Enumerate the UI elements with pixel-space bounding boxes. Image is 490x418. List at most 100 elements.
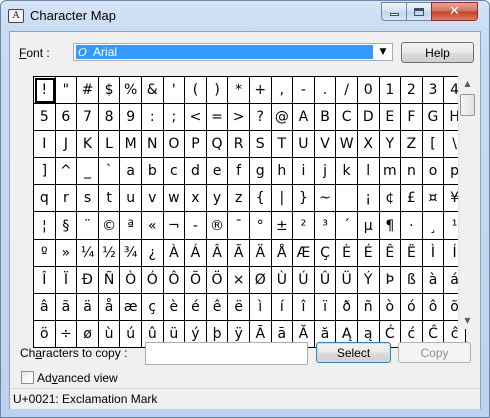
char-cell[interactable]: Ó — [141, 266, 164, 294]
char-cell[interactable]: , — [271, 77, 294, 105]
char-cell[interactable]: ï — [314, 293, 337, 321]
advanced-view-label[interactable]: Advanced view — [37, 371, 118, 385]
char-cell[interactable]: a — [120, 158, 142, 186]
char-cell[interactable]: ö — [34, 320, 56, 348]
char-cell[interactable]: + — [249, 77, 272, 105]
char-cell[interactable]: Î — [34, 266, 56, 294]
char-cell[interactable]: W — [336, 131, 358, 159]
char-cell[interactable]: ð — [336, 293, 358, 321]
char-cell[interactable]: ~ — [314, 185, 337, 213]
character-grid[interactable]: ! " # $% & '() * +, -./0 1 2 3 4 5 6 7 8 9:; < = >? @ A B C D E F G H… — [33, 76, 466, 348]
char-cell[interactable]: - — [185, 212, 207, 240]
char-cell[interactable]: · — [401, 212, 423, 240]
char-cell[interactable]: B — [314, 104, 337, 132]
advanced-view-checkbox[interactable] — [21, 371, 34, 384]
char-cell[interactable]: I — [34, 131, 56, 159]
char-cell[interactable]: ¼ — [77, 239, 99, 267]
char-cell[interactable]: Ý — [357, 266, 380, 294]
char-cell[interactable]: z — [228, 185, 250, 213]
char-cell[interactable]: L — [98, 131, 121, 159]
char-cell[interactable]: Þ — [379, 266, 402, 294]
characters-to-copy-input[interactable] — [145, 342, 308, 365]
char-cell[interactable]: [ — [422, 131, 445, 159]
maximize-button[interactable] — [406, 2, 432, 21]
dropdown-arrow-icon[interactable]: ▼ — [375, 45, 391, 59]
char-cell[interactable]: ¾ — [120, 239, 142, 267]
char-cell[interactable]: y — [206, 185, 229, 213]
char-cell[interactable]: å — [98, 293, 121, 321]
grid-scrollbar[interactable]: ▲ ▼ — [458, 76, 475, 329]
char-cell[interactable]: 0 — [357, 77, 380, 105]
char-cell[interactable]: ? — [249, 104, 272, 132]
char-cell[interactable]: Q — [206, 131, 229, 159]
char-cell[interactable]: P — [185, 131, 207, 159]
char-cell[interactable]: e — [206, 158, 229, 186]
title-bar[interactable]: A Character Map ✕ — [1, 1, 489, 31]
char-cell[interactable]: T — [271, 131, 294, 159]
char-cell[interactable]: ß — [401, 266, 423, 294]
char-cell[interactable]: ñ — [357, 293, 380, 321]
char-cell[interactable]: i — [293, 158, 315, 186]
char-cell[interactable]: 8 — [98, 104, 121, 132]
char-cell[interactable]: b — [141, 158, 164, 186]
char-cell[interactable]: ¤ — [422, 185, 445, 213]
char-cell[interactable]: ç — [141, 293, 164, 321]
char-cell[interactable]: # — [77, 77, 99, 105]
char-cell[interactable]: x — [185, 185, 207, 213]
char-cell[interactable]: K — [77, 131, 99, 159]
char-cell[interactable]: ( — [185, 77, 207, 105]
char-cell[interactable]: â — [34, 293, 56, 321]
char-cell[interactable]: µ — [357, 212, 380, 240]
char-cell[interactable]: È — [336, 239, 358, 267]
char-cell[interactable]: ó — [401, 293, 423, 321]
char-cell[interactable]: o — [422, 158, 445, 186]
char-cell[interactable]: c — [163, 158, 186, 186]
char-cell[interactable]: £ — [401, 185, 423, 213]
char-cell[interactable]: Z — [401, 131, 423, 159]
char-cell[interactable]: U — [293, 131, 315, 159]
char-cell[interactable]: © — [98, 212, 121, 240]
char-cell[interactable]: Ä — [249, 239, 272, 267]
char-cell[interactable]: Ë — [401, 239, 423, 267]
char-cell[interactable]: Õ — [185, 266, 207, 294]
char-cell[interactable]: & — [141, 77, 164, 105]
char-cell[interactable]: ø — [77, 320, 99, 348]
char-cell[interactable]: X — [357, 131, 380, 159]
char-cell[interactable]: q — [34, 185, 56, 213]
char-cell[interactable]: ` — [98, 158, 121, 186]
char-cell[interactable]: Y — [379, 131, 402, 159]
char-cell[interactable]: ! — [34, 77, 56, 105]
char-cell[interactable]: { — [249, 185, 272, 213]
char-cell[interactable]: ¦ — [34, 212, 56, 240]
char-cell[interactable]: < — [185, 104, 207, 132]
char-cell[interactable]: ¶ — [379, 212, 402, 240]
char-cell[interactable]: ¨ — [77, 212, 99, 240]
char-cell[interactable]: 9 — [120, 104, 142, 132]
char-cell[interactable]: j — [314, 158, 337, 186]
char-cell[interactable]: " — [55, 77, 78, 105]
char-cell[interactable]: l — [357, 158, 380, 186]
char-cell[interactable]: | — [271, 185, 294, 213]
char-cell[interactable]: G — [422, 104, 445, 132]
char-cell[interactable]: Ô — [163, 266, 186, 294]
char-cell[interactable]: Ç — [314, 239, 337, 267]
scroll-up-icon[interactable]: ▲ — [459, 76, 476, 92]
char-cell[interactable]: f — [228, 158, 250, 186]
char-cell[interactable]: × — [228, 266, 250, 294]
char-cell[interactable]: Û — [314, 266, 337, 294]
char-cell[interactable]: ú — [120, 320, 142, 348]
char-cell[interactable]: O — [163, 131, 186, 159]
char-cell[interactable]: ³ — [314, 212, 337, 240]
char-cell[interactable]: : — [141, 104, 164, 132]
char-cell[interactable]: g — [249, 158, 272, 186]
char-cell[interactable]: ª — [120, 212, 142, 240]
char-cell[interactable]: Á — [185, 239, 207, 267]
char-cell[interactable]: w — [163, 185, 186, 213]
char-cell[interactable]: C — [336, 104, 358, 132]
char-cell[interactable]: n — [401, 158, 423, 186]
char-cell[interactable]: } — [293, 185, 315, 213]
char-cell[interactable]: J — [55, 131, 78, 159]
char-cell[interactable]: D — [357, 104, 380, 132]
char-cell[interactable]: Ñ — [98, 266, 121, 294]
char-cell[interactable]: / — [336, 77, 358, 105]
